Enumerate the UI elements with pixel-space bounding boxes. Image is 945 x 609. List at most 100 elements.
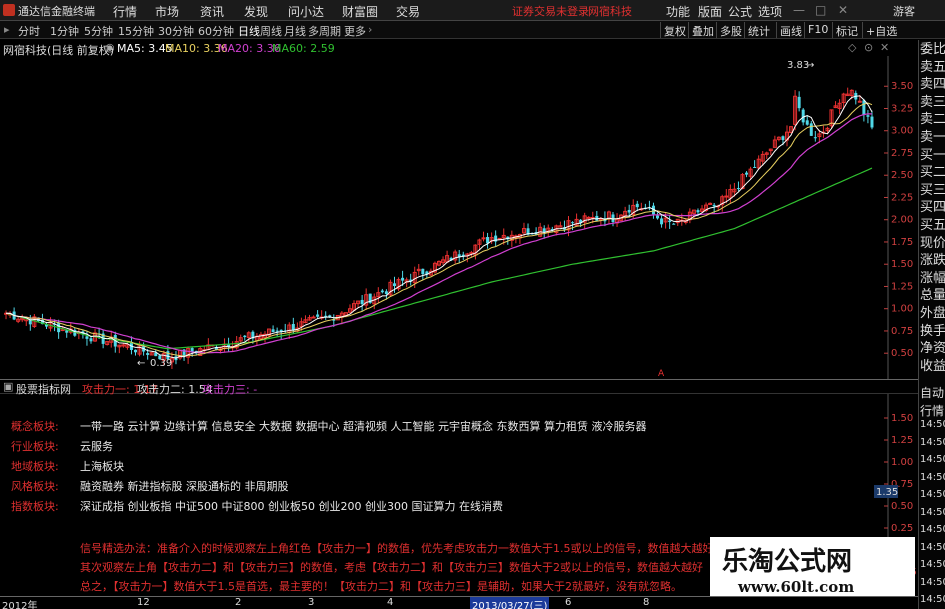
candle-body [275,330,279,332]
tab-daily[interactable]: 日线 [238,23,260,39]
menu-xuanxiang[interactable]: 选项 [758,3,782,20]
candle-body [712,204,716,207]
candle-body [586,216,591,219]
tab-60min[interactable]: 60分钟 [198,23,234,39]
tab-multi-period[interactable]: 多周期 [308,23,341,39]
candle-body [660,218,664,225]
ma60-value: MA60: 2.59 [272,42,335,55]
y-tick-label: 1.50 [891,259,913,270]
maximize-icon[interactable]: □ [815,3,826,17]
app-title: 通达信金融终端 [18,5,95,18]
region-value: 上海板块 [80,460,124,473]
trade-time: 14:50 [920,576,945,588]
candle-body [801,109,805,123]
menu-gongneng[interactable]: 功能 [666,3,690,20]
chart-close-icon[interactable]: ✕ [880,41,889,54]
date-axis: 2012年 12 2 3 4 5 6 2013/03/27(三) 8 [0,596,918,609]
industry-label: 行业板块: [11,440,59,453]
menu-bar: 通达信金融终端 行情 市场 资讯 发现 问小达 财富圈 交易 证券交易未登录 网… [0,0,945,21]
watermark-name: 乐淘公式网 [722,547,853,577]
candle-body [781,136,785,140]
y-tick-label: 2.50 [891,170,913,181]
date-tick: 8 [643,597,650,608]
sidebar-tab[interactable]: 自动 [920,384,944,401]
quote-label: 涨跌 [920,253,945,269]
menu-wenxiaoda[interactable]: 问小达 [288,3,324,20]
chevron-right-icon[interactable]: › [368,23,372,36]
date-tick: 2012年 [2,601,38,609]
candle-body [243,335,247,338]
menu-hangqing[interactable]: 行情 [113,3,137,20]
y-tick-label: 1.75 [891,237,913,248]
trade-time: 14:50 [920,454,945,465]
tab-weekly[interactable]: 周线 [260,23,282,39]
indicator-tick-label: 0.50 [891,501,913,512]
candle-body [797,96,801,109]
candle-body [809,123,813,136]
tab-monthly[interactable]: 月线 [284,23,306,39]
menu-jiaoyi[interactable]: 交易 [396,3,420,20]
quote-label: 买二 [920,165,945,181]
app-logo-icon [3,4,15,16]
tab-fenshi[interactable]: 分时 [18,23,40,39]
tab-5min[interactable]: 5分钟 [84,23,113,39]
menu-caifuquan[interactable]: 财富圈 [342,3,378,20]
tab-30min[interactable]: 30分钟 [158,23,194,39]
diamond-icon[interactable]: ◇ [848,41,856,54]
ma5-line [5,95,873,359]
candlestick-chart[interactable]: 3.83 → ← 0.39 A 3.503.253.002.752.502.25… [0,56,918,379]
fuquan-button[interactable]: 复权 [660,22,689,38]
quote-label: 换手 [920,323,945,339]
quote-label: 现价 [920,235,945,251]
minimize-icon[interactable]: — [793,3,805,17]
close-icon[interactable]: ✕ [838,3,848,17]
low-price-label: 0.39 [150,358,172,369]
note-line-1: 信号精选办法：准备介入的时候观察左上角红色【攻击力一】的数值，优先考虑攻击力一数… [80,542,725,555]
menu-faxian[interactable]: 发现 [244,3,268,20]
add-watchlist-button[interactable]: +自选 [862,22,900,38]
tongji-button[interactable]: 统计 [744,22,773,38]
watermark: 乐淘公式网 www.60lt.com [710,537,915,599]
date-tick: 4 [387,597,394,608]
indicator-collapse-icon[interactable]: ▣ [3,380,13,393]
tab-15min[interactable]: 15分钟 [118,23,154,39]
candle-body [862,100,866,115]
candle-body [311,316,316,319]
y-tick-label: 3.00 [891,126,913,137]
diejia-button[interactable]: 叠加 [688,22,717,38]
duogu-button[interactable]: 多股 [716,22,745,38]
date-tick: 12 [137,597,150,608]
trade-time: 14:50 [920,436,945,448]
tab-1min[interactable]: 1分钟 [50,23,79,39]
quote-label: 买一 [920,147,945,163]
note-line-2: 其次观察左上角【攻击力二】和【攻击力三】的数值，考虑【攻击力二】和【攻击力三】数… [80,561,703,574]
trade-time: 14:50 [920,594,945,605]
candle-body [134,349,138,353]
quote-label: 收益 [920,358,945,374]
menu-shichang[interactable]: 市场 [155,3,179,20]
ma-settings-icon[interactable]: ◉ [105,41,115,54]
y-tick-label: 0.75 [891,326,913,337]
concept-label: 概念板块: [11,420,59,433]
ma20-line [5,113,873,354]
collapse-icon[interactable]: ▸ [4,23,10,36]
indicator-tick-label: 1.25 [891,435,913,446]
sidebar-tab[interactable]: 行情 [920,402,944,419]
cursor-date: 2013/03/27(三) [470,597,550,609]
candle-body [724,195,729,198]
candle-body [571,222,575,224]
tab-more[interactable]: 更多 [344,23,366,39]
candle-body [486,237,490,244]
menu-gongshi[interactable]: 公式 [728,3,752,20]
biaoji-button[interactable]: 标记 [832,22,861,38]
candle-body [866,115,870,117]
login-notice[interactable]: 证券交易未登录 [512,3,589,19]
huaxian-button[interactable]: 画线 [776,22,805,38]
panel-settings-icon[interactable]: ⊙ [864,41,873,54]
candle-body [745,172,749,175]
menu-banmian[interactable]: 版面 [698,3,722,20]
f10-button[interactable]: F10 [804,22,831,38]
signal-marker-icon: A [658,369,665,379]
guest-label[interactable]: 游客 [893,3,915,19]
menu-zixun[interactable]: 资讯 [200,3,224,20]
